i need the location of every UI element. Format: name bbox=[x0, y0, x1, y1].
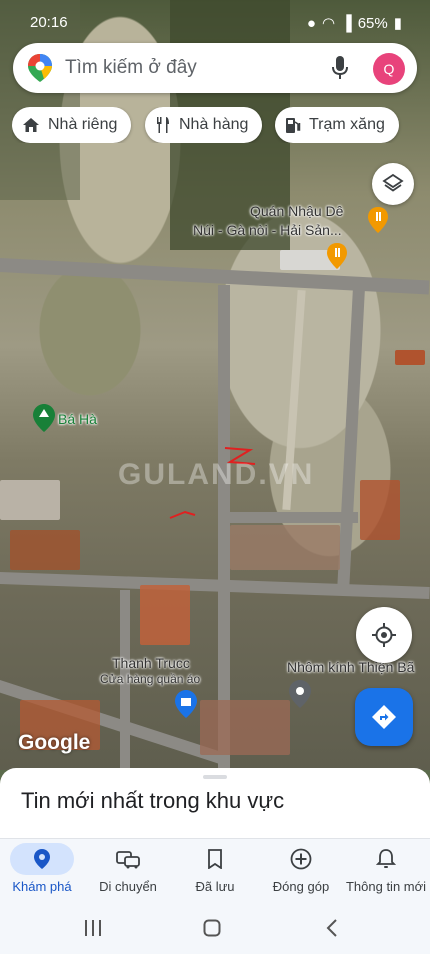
road bbox=[0, 572, 430, 599]
recent-apps-icon[interactable] bbox=[84, 920, 102, 936]
map-layers-button[interactable] bbox=[372, 163, 414, 205]
nav-commute-label: Di chuyển bbox=[99, 879, 157, 894]
road bbox=[337, 289, 365, 591]
building bbox=[360, 480, 400, 540]
signal-icon: ▐ bbox=[341, 14, 352, 32]
chip-home[interactable]: Nhà riêng bbox=[12, 107, 132, 143]
home-icon bbox=[23, 118, 39, 132]
status-icons: ● ◠ ▐ 65% ▮ bbox=[306, 14, 402, 33]
place-label-thanh-truc[interactable]: Thanh Trucc bbox=[112, 655, 190, 671]
nav-saved-indicator bbox=[183, 843, 247, 875]
chip-gas-stations-label: Trạm xăng bbox=[309, 116, 385, 133]
restaurant-marker[interactable] bbox=[327, 243, 347, 274]
my-location-button[interactable] bbox=[356, 607, 412, 663]
gas-station-icon bbox=[286, 118, 301, 133]
nav-updates-indicator bbox=[354, 843, 418, 875]
chip-restaurants-label: Nhà hàng bbox=[179, 116, 249, 133]
chip-restaurants[interactable]: Nhà hàng bbox=[145, 107, 263, 143]
chip-gas-stations[interactable]: Trạm xăng bbox=[275, 107, 399, 143]
location-pin-icon bbox=[289, 680, 311, 708]
wifi-icon: ◠ bbox=[321, 15, 336, 32]
home-button-icon[interactable] bbox=[203, 919, 221, 937]
add-circle-icon bbox=[290, 848, 312, 870]
place-label-quan-nhau-sub[interactable]: Núi - Gà nòi - Hải Sản... bbox=[193, 222, 342, 238]
nav-updates[interactable]: Thông tin mới bbox=[346, 839, 426, 903]
building bbox=[140, 585, 190, 645]
place-label-thanh-truc-category: Cửa hàng quần áo bbox=[100, 672, 201, 686]
sheet-title: Tin mới nhất trong khu vực bbox=[21, 788, 285, 813]
nav-saved-label: Đã lưu bbox=[195, 879, 235, 894]
nav-contribute[interactable]: Đóng góp bbox=[266, 839, 336, 903]
sheet-drag-handle[interactable] bbox=[203, 775, 227, 779]
bottom-sheet[interactable]: Tin mới nhất trong khu vực bbox=[0, 768, 430, 838]
building bbox=[0, 480, 60, 520]
bookmark-icon bbox=[208, 849, 222, 869]
road bbox=[0, 258, 430, 295]
park-pin-icon bbox=[33, 404, 55, 432]
nav-updates-label: Thông tin mới bbox=[345, 879, 427, 894]
chip-home-label: Nhà riêng bbox=[48, 116, 118, 133]
nav-explore[interactable]: Khám phá bbox=[8, 839, 76, 903]
back-icon[interactable] bbox=[326, 919, 338, 937]
building bbox=[10, 530, 80, 570]
nav-saved[interactable]: Đã lưu bbox=[181, 839, 249, 903]
account-avatar[interactable]: Q bbox=[373, 53, 405, 85]
location-icon: ● bbox=[306, 14, 316, 32]
explore-pin-icon bbox=[34, 849, 50, 869]
shopping-bag-pin-icon bbox=[175, 690, 197, 718]
crosshair-icon bbox=[372, 623, 396, 647]
building bbox=[395, 350, 425, 365]
place-label-nhom-kinh[interactable]: Nhôm kính Thiện Bã bbox=[287, 659, 414, 675]
layers-icon bbox=[382, 173, 404, 192]
battery-level: 65% bbox=[357, 14, 388, 32]
nav-commute-indicator bbox=[96, 843, 160, 875]
restaurant-pin-icon bbox=[327, 243, 347, 269]
building bbox=[230, 525, 340, 570]
nav-explore-indicator bbox=[10, 843, 74, 875]
restaurant-marker[interactable] bbox=[368, 207, 388, 238]
status-time: 20:16 bbox=[30, 14, 68, 31]
nav-explore-label: Khám phá bbox=[12, 879, 72, 894]
shop-marker[interactable] bbox=[175, 690, 197, 723]
directions-button[interactable] bbox=[355, 688, 413, 746]
google-maps-logo-icon bbox=[28, 54, 52, 82]
nav-contribute-indicator bbox=[269, 843, 333, 875]
watermark: GULAND.VN bbox=[118, 458, 315, 491]
category-chips: Nhà riêng Nhà hàng Trạm xăng bbox=[12, 107, 430, 143]
park-marker[interactable] bbox=[33, 404, 55, 437]
place-marker[interactable] bbox=[289, 680, 311, 713]
restaurant-icon bbox=[157, 117, 169, 133]
building bbox=[200, 700, 290, 755]
car-icon bbox=[116, 851, 140, 869]
microphone-icon[interactable] bbox=[330, 55, 350, 81]
place-label-quan-nhau[interactable]: Quán Nhậu Dê bbox=[250, 203, 343, 219]
status-bar: 20:16 ● ◠ ▐ 65% ▮ bbox=[0, 0, 430, 40]
bottom-navigation: Khám phá Di chuyển Đã lưu Đóng góp Thông… bbox=[0, 838, 430, 903]
google-logo: Google bbox=[18, 731, 91, 754]
place-label-ba-ha[interactable]: Bá Hà bbox=[58, 411, 97, 427]
nav-contribute-label: Đóng góp bbox=[272, 879, 330, 894]
directions-icon bbox=[372, 705, 396, 729]
system-navigation-bar bbox=[0, 902, 430, 954]
bell-icon bbox=[376, 849, 396, 868]
search-input[interactable]: Tìm kiếm ở đây bbox=[65, 57, 197, 79]
nav-commute[interactable]: Di chuyển bbox=[94, 839, 162, 903]
restaurant-pin-icon bbox=[368, 207, 388, 233]
search-bar[interactable]: Tìm kiếm ở đây Q bbox=[13, 43, 417, 93]
battery-icon: ▮ bbox=[393, 15, 402, 32]
